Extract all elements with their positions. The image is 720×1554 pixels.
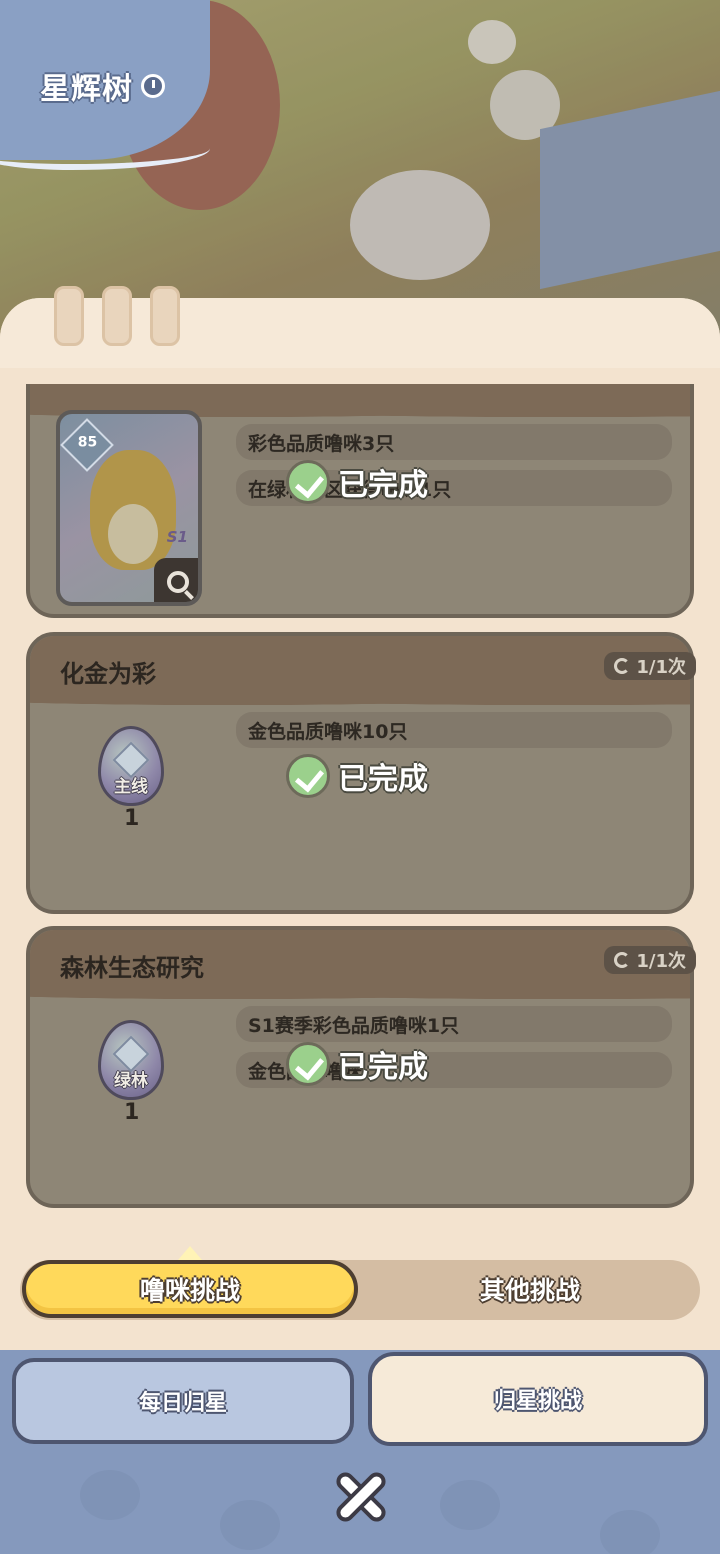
attempt-count-badge: 1/1次 xyxy=(604,652,696,680)
page-title: 星辉树 xyxy=(40,64,165,108)
completed-indicator: 已完成 xyxy=(286,1042,428,1086)
completed-indicator: 已完成 xyxy=(286,754,428,798)
season-tag: S1 xyxy=(166,528,188,546)
tab-other-challenge[interactable]: 其他挑战 xyxy=(360,1260,700,1318)
paw-print-icon xyxy=(80,1470,140,1520)
card-header: 化金为彩 1/1次 xyxy=(30,636,696,708)
attempt-count-text: 1/1次 xyxy=(636,657,686,678)
requirement-item: 金色品质噜咪10只 xyxy=(236,712,672,748)
attempt-count-badge: 1/1次 xyxy=(604,946,696,974)
requirement-item: S1赛季彩色品质噜咪1只 xyxy=(236,1006,672,1042)
panel-pin xyxy=(54,286,84,346)
refresh-icon xyxy=(614,952,631,968)
check-icon xyxy=(286,460,330,504)
egg-label: 绿林 xyxy=(114,1071,148,1091)
completed-text: 已完成 xyxy=(338,762,428,797)
card-title: 化金为彩 xyxy=(60,660,156,688)
level-text: 85 xyxy=(77,434,98,451)
tab-label: 其他挑战 xyxy=(479,1276,580,1305)
reward-egg[interactable]: 主线 xyxy=(98,726,164,806)
completed-indicator: 已完成 xyxy=(286,460,428,504)
card-title: 森林生态研究 xyxy=(60,954,204,982)
zoom-button[interactable] xyxy=(154,558,198,602)
title-text: 星辉树 xyxy=(40,72,133,107)
tab-daily-return[interactable]: 每日归星 xyxy=(12,1358,354,1444)
check-icon xyxy=(286,1042,330,1086)
segment-pointer xyxy=(178,1246,202,1260)
tab-label: 每日归星 xyxy=(138,1391,227,1416)
attempt-count-text: 1/1次 xyxy=(636,951,686,972)
tab-label: 归星挑战 xyxy=(493,1389,582,1414)
completed-text: 已完成 xyxy=(338,468,428,503)
challenge-card: 森林生态研究 1/1次 绿林 1 S1赛季彩色品质噜咪1只 金色品质噜咪 已完成 xyxy=(26,926,696,1208)
requirement-item: 彩色品质噜咪3只 xyxy=(236,424,672,460)
tab-label: 噜咪挑战 xyxy=(139,1276,240,1305)
reward-character-card[interactable]: 85 S1 xyxy=(56,410,202,606)
challenge-panel: 85 S1 彩色品质噜咪3只 在绿林地区获得噜咪1只 已完成 化金为彩 1/1次 xyxy=(0,286,720,1368)
refresh-icon xyxy=(614,658,631,674)
card-header xyxy=(30,384,690,420)
reward-egg[interactable]: 绿林 xyxy=(98,1020,164,1100)
challenge-card: 化金为彩 1/1次 主线 1 金色品质噜咪10只 已完成 xyxy=(26,632,696,914)
tab-return-challenge[interactable]: 归星挑战 xyxy=(368,1352,708,1446)
paw-print-icon xyxy=(600,1510,660,1554)
clock-icon[interactable] xyxy=(141,74,165,98)
close-button[interactable] xyxy=(330,1466,392,1528)
paw-print-icon xyxy=(440,1480,500,1530)
panel-pin xyxy=(102,286,132,346)
egg-label: 主线 xyxy=(114,777,148,797)
completed-text: 已完成 xyxy=(338,1050,428,1085)
reward-count: 1 xyxy=(124,806,140,831)
reward-count: 1 xyxy=(124,1100,140,1125)
character-belly xyxy=(108,504,158,564)
magnifier-icon xyxy=(167,571,189,593)
challenge-list[interactable]: 85 S1 彩色品质噜咪3只 在绿林地区获得噜咪1只 已完成 化金为彩 1/1次 xyxy=(0,384,720,1224)
tab-lumi-challenge[interactable]: 噜咪挑战 xyxy=(22,1260,358,1318)
panel-pin xyxy=(150,286,180,346)
challenge-card: 85 S1 彩色品质噜咪3只 在绿林地区获得噜咪1只 已完成 xyxy=(26,384,694,618)
card-header: 森林生态研究 1/1次 xyxy=(30,930,696,1002)
check-icon xyxy=(286,754,330,798)
paw-print-icon xyxy=(220,1500,280,1550)
